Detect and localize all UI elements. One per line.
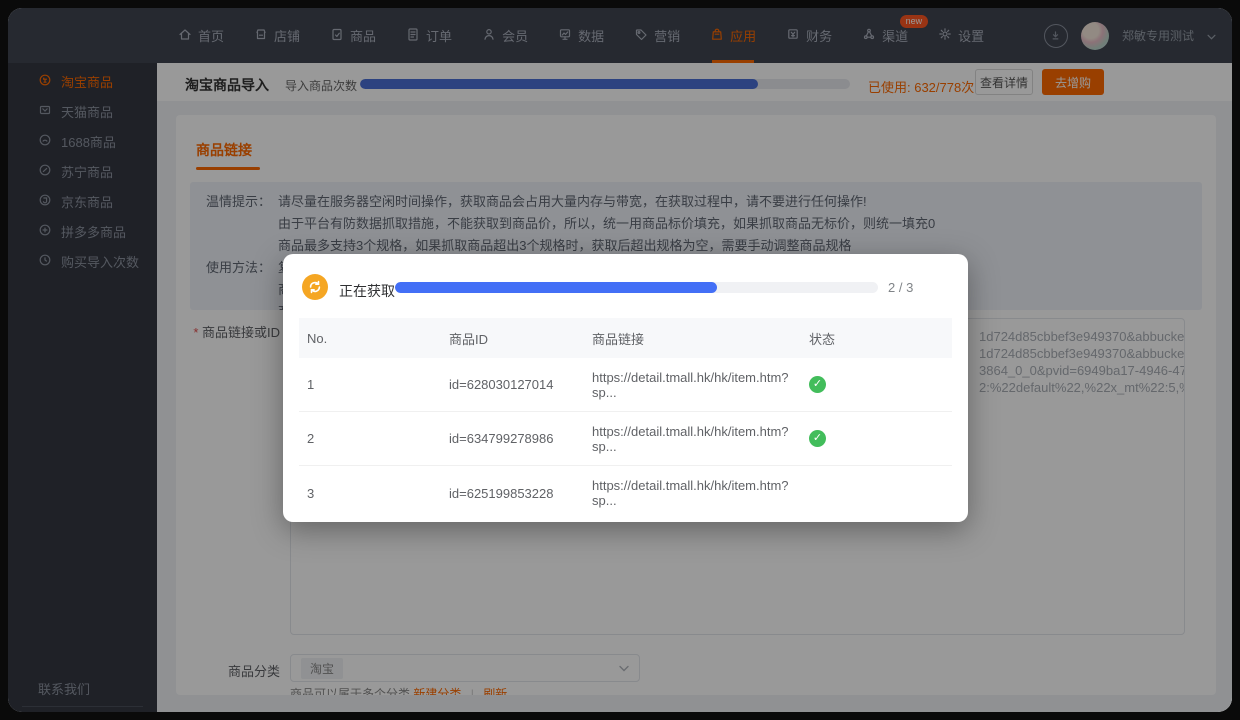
col-product-id: 商品ID [449,329,592,348]
success-check-icon: ✓ [809,430,826,447]
fetch-table: No. 商品ID 商品链接 状态 1 id=628030127014 https… [299,318,952,520]
app-window: 首页 店铺 商品 订单 会员 数据 [8,8,1232,712]
fetch-progress-fill [395,282,717,293]
col-product-link: 商品链接 [592,329,809,348]
fetch-progress-track [395,282,878,293]
col-status: 状态 [809,329,952,348]
col-no: No. [299,331,449,346]
table-row: 3 id=625199853228 https://detail.tmall.h… [299,466,952,520]
fetch-progress-modal: 正在获取 2 / 3 No. 商品ID 商品链接 状态 1 id=6280301… [283,254,968,522]
success-check-icon: ✓ [809,376,826,393]
fetch-table-header: No. 商品ID 商品链接 状态 [299,318,952,358]
table-row: 1 id=628030127014 https://detail.tmall.h… [299,358,952,412]
fetch-progress-count: 2 / 3 [888,280,913,295]
sync-icon [302,274,328,300]
modal-title: 正在获取 [339,281,395,301]
table-row: 2 id=634799278986 https://detail.tmall.h… [299,412,952,466]
